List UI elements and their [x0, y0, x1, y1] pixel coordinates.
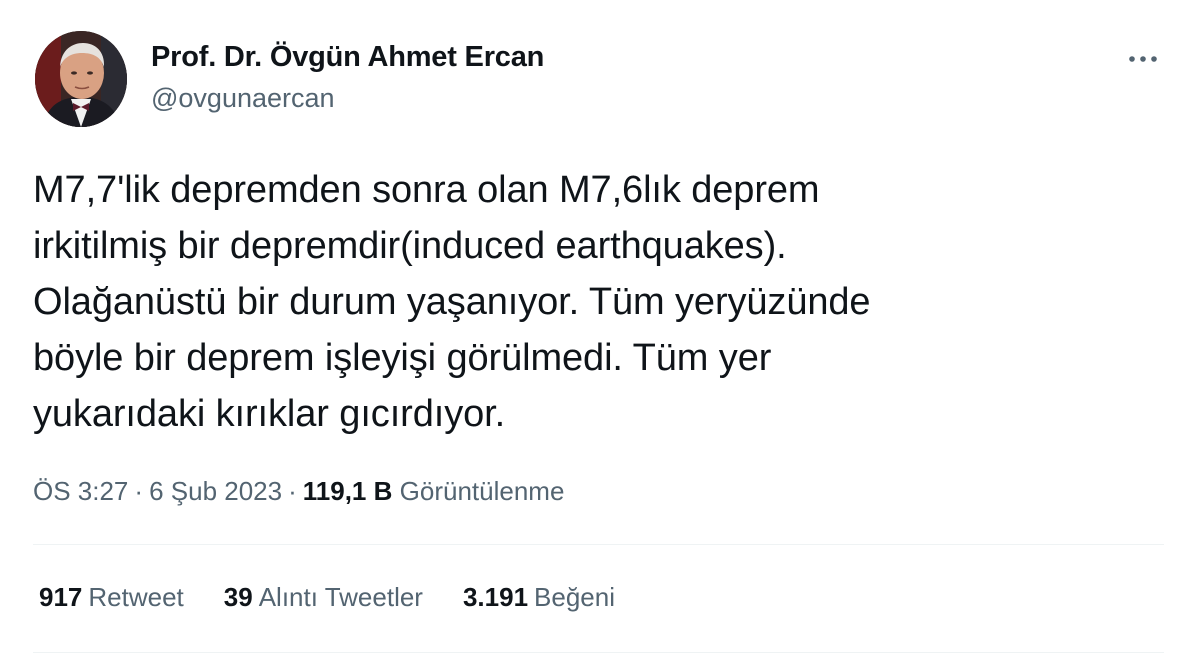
divider: [33, 544, 1164, 545]
avatar-image: [35, 31, 127, 127]
avatar[interactable]: [35, 31, 127, 127]
author-display-name[interactable]: Prof. Dr. Övgün Ahmet Ercan: [151, 41, 544, 74]
likes-stat[interactable]: 3.191 Beğeni: [463, 582, 615, 613]
meta-separator: ·: [134, 476, 144, 506]
likes-label: Beğeni: [534, 582, 616, 612]
tweet-text: M7,7'lik depremden sonra olan M7,6lık de…: [33, 169, 871, 435]
meta-separator: ·: [288, 476, 297, 506]
tweet-card: Prof. Dr. Övgün Ahmet Ercan @ovgunaercan…: [0, 0, 1202, 658]
tweet-date[interactable]: 6 Şub 2023: [149, 476, 282, 506]
quotes-count: 39: [223, 582, 253, 612]
retweets-count: 917: [39, 582, 83, 612]
divider: [33, 652, 1164, 653]
views-count[interactable]: 119,1 B: [303, 476, 393, 506]
views-label: Görüntülenme: [399, 476, 565, 506]
more-options-button[interactable]: [1124, 44, 1164, 74]
quotes-label: Alıntı Tweetler: [258, 582, 423, 612]
quotes-stat[interactable]: 39 Alıntı Tweetler: [224, 582, 423, 613]
retweets-stat[interactable]: 917 Retweet: [39, 582, 184, 613]
retweets-label: Retweet: [88, 582, 184, 612]
more-horizontal-icon: [1129, 56, 1157, 62]
author-handle[interactable]: @ovgunaercan: [151, 83, 335, 114]
tweet-meta: ÖS 3:27 · 6 Şub 2023 · 119,1 B Görüntülenme: [33, 476, 564, 507]
tweet-time[interactable]: ÖS 3:27: [33, 476, 128, 506]
likes-count: 3.191: [462, 582, 529, 612]
tweet-stats: 917 Retweet 39 Alıntı Tweetler 3.191 Beğeni: [39, 582, 615, 613]
